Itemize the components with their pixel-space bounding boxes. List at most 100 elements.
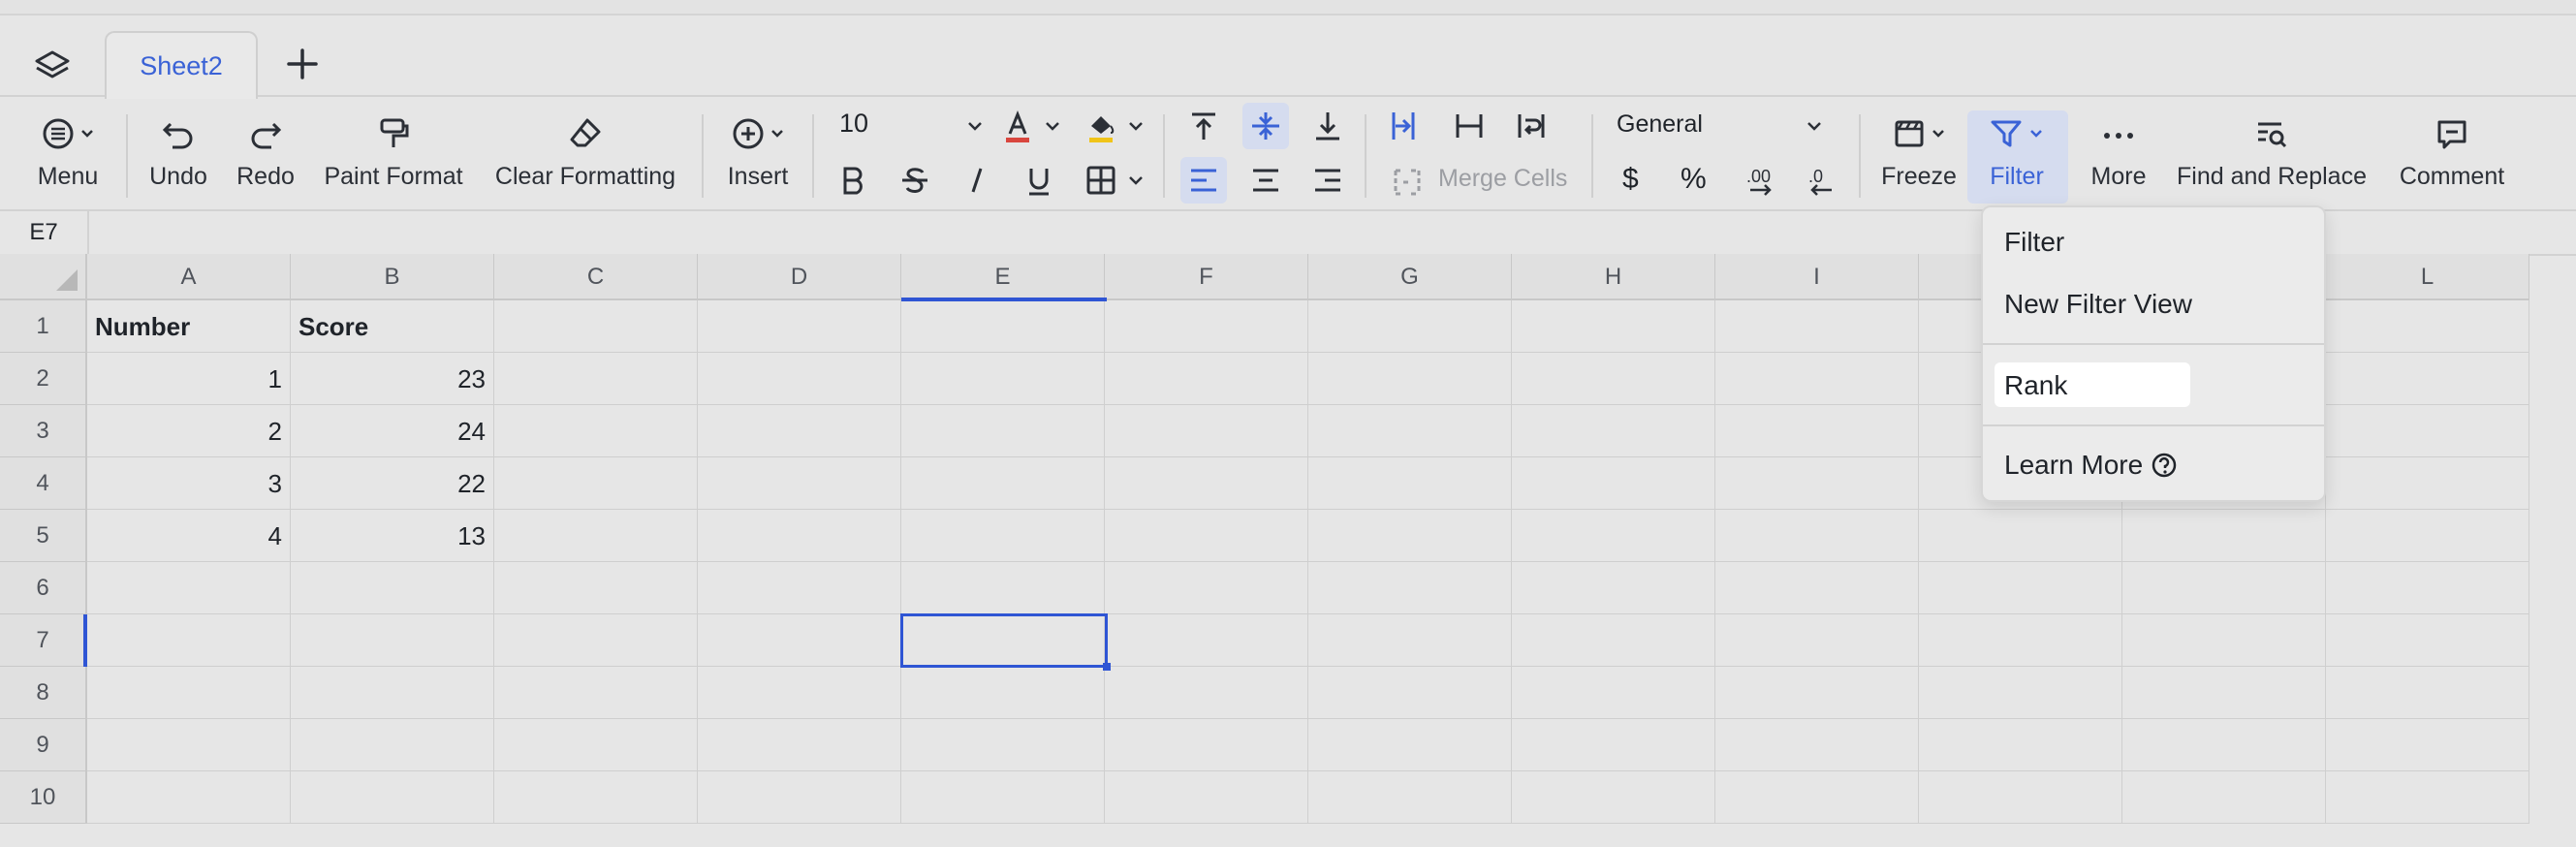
- text-clip-icon[interactable]: [1450, 107, 1489, 145]
- cell-g5[interactable]: [1308, 510, 1512, 562]
- font-size-dropdown-icon[interactable]: [956, 107, 994, 145]
- merge-cells-label[interactable]: Merge Cells: [1438, 165, 1567, 193]
- percent-format[interactable]: %: [1681, 163, 1707, 196]
- align-left-icon[interactable]: [1184, 161, 1223, 200]
- column-header-g[interactable]: G: [1308, 254, 1512, 300]
- cell-j8[interactable]: [1919, 667, 2122, 719]
- add-sheet-icon[interactable]: [283, 45, 322, 83]
- cell-h6[interactable]: [1512, 562, 1715, 614]
- cell-g4[interactable]: [1308, 457, 1512, 510]
- cell-e5[interactable]: [901, 510, 1105, 562]
- cell-j9[interactable]: [1919, 719, 2122, 771]
- cell-b1[interactable]: Score: [291, 300, 494, 353]
- cell-e1[interactable]: [901, 300, 1105, 353]
- row-header-9[interactable]: 9: [0, 719, 87, 771]
- more-button[interactable]: More: [2084, 114, 2153, 202]
- cell-b5[interactable]: 13: [291, 510, 494, 562]
- cell-a8[interactable]: [87, 667, 291, 719]
- cell-b9[interactable]: [291, 719, 494, 771]
- cell-d10[interactable]: [698, 771, 901, 824]
- cell-k8[interactable]: [2122, 667, 2326, 719]
- row-header-6[interactable]: 6: [0, 562, 87, 614]
- cell-j7[interactable]: [1919, 614, 2122, 667]
- cell-g7[interactable]: [1308, 614, 1512, 667]
- cell-c10[interactable]: [494, 771, 698, 824]
- cell-e2[interactable]: [901, 353, 1105, 405]
- cell-e4[interactable]: [901, 457, 1105, 510]
- menu-item-learn-more[interactable]: Learn More: [2004, 450, 2143, 481]
- cell-f5[interactable]: [1105, 510, 1308, 562]
- cell-l7[interactable]: [2326, 614, 2529, 667]
- align-middle-icon[interactable]: [1246, 107, 1285, 145]
- row-header-4[interactable]: 4: [0, 457, 87, 510]
- cell-l5[interactable]: [2326, 510, 2529, 562]
- cell-h1[interactable]: [1512, 300, 1715, 353]
- cell-i1[interactable]: [1715, 300, 1919, 353]
- column-header-a[interactable]: A: [87, 254, 291, 300]
- cell-i10[interactable]: [1715, 771, 1919, 824]
- column-header-d[interactable]: D: [698, 254, 901, 300]
- cell-l6[interactable]: [2326, 562, 2529, 614]
- cell-a7[interactable]: [87, 614, 291, 667]
- freeze-button[interactable]: Freeze: [1878, 114, 1960, 202]
- selected-cell-e7[interactable]: [900, 613, 1108, 668]
- find-replace-button[interactable]: Find and Replace: [2175, 114, 2369, 202]
- cell-c3[interactable]: [494, 405, 698, 457]
- cell-c2[interactable]: [494, 353, 698, 405]
- fill-handle[interactable]: [1103, 663, 1111, 671]
- cell-b8[interactable]: [291, 667, 494, 719]
- cell-b2[interactable]: 23: [291, 353, 494, 405]
- cell-b3[interactable]: 24: [291, 405, 494, 457]
- increase-decimal-icon[interactable]: .00: [1741, 161, 1779, 200]
- align-center-icon[interactable]: [1246, 161, 1285, 200]
- cell-h3[interactable]: [1512, 405, 1715, 457]
- cell-a4[interactable]: 3: [87, 457, 291, 510]
- cell-e3[interactable]: [901, 405, 1105, 457]
- cell-e9[interactable]: [901, 719, 1105, 771]
- cell-k10[interactable]: [2122, 771, 2326, 824]
- cell-f1[interactable]: [1105, 300, 1308, 353]
- cell-e6[interactable]: [901, 562, 1105, 614]
- cell-b7[interactable]: [291, 614, 494, 667]
- column-header-c[interactable]: C: [494, 254, 698, 300]
- cell-g6[interactable]: [1308, 562, 1512, 614]
- select-all-corner[interactable]: [0, 254, 87, 300]
- paint-format-button[interactable]: Paint Format: [320, 114, 467, 202]
- cell-e8[interactable]: [901, 667, 1105, 719]
- cell-f9[interactable]: [1105, 719, 1308, 771]
- cell-j6[interactable]: [1919, 562, 2122, 614]
- cell-f4[interactable]: [1105, 457, 1308, 510]
- cell-f3[interactable]: [1105, 405, 1308, 457]
- menu-item-filter[interactable]: Filter: [2004, 227, 2064, 258]
- cell-g3[interactable]: [1308, 405, 1512, 457]
- cell-a2[interactable]: 1: [87, 353, 291, 405]
- align-right-icon[interactable]: [1308, 161, 1347, 200]
- cell-a1[interactable]: Number: [87, 300, 291, 353]
- cell-c7[interactable]: [494, 614, 698, 667]
- column-header-f[interactable]: F: [1105, 254, 1308, 300]
- cell-d6[interactable]: [698, 562, 901, 614]
- cell-i7[interactable]: [1715, 614, 1919, 667]
- cell-l4[interactable]: [2326, 457, 2529, 510]
- column-header-e[interactable]: E: [901, 254, 1105, 300]
- cell-h4[interactable]: [1512, 457, 1715, 510]
- cell-f6[interactable]: [1105, 562, 1308, 614]
- text-wrap-icon[interactable]: [1512, 107, 1551, 145]
- row-header-10[interactable]: 10: [0, 771, 87, 824]
- cell-l1[interactable]: [2326, 300, 2529, 353]
- cell-h2[interactable]: [1512, 353, 1715, 405]
- filter-button[interactable]: Filter: [1973, 114, 2060, 202]
- merge-cells-icon[interactable]: [1388, 163, 1427, 202]
- cell-d1[interactable]: [698, 300, 901, 353]
- cell-j10[interactable]: [1919, 771, 2122, 824]
- column-header-h[interactable]: H: [1512, 254, 1715, 300]
- row-header-2[interactable]: 2: [0, 353, 87, 405]
- column-header-l[interactable]: L: [2326, 254, 2529, 300]
- cell-i4[interactable]: [1715, 457, 1919, 510]
- highlight-color-icon[interactable]: [1082, 107, 1120, 145]
- cell-f7[interactable]: [1105, 614, 1308, 667]
- redo-button[interactable]: Redo: [227, 114, 304, 202]
- row-header-7[interactable]: 7: [0, 614, 87, 667]
- cell-b4[interactable]: 22: [291, 457, 494, 510]
- cell-c9[interactable]: [494, 719, 698, 771]
